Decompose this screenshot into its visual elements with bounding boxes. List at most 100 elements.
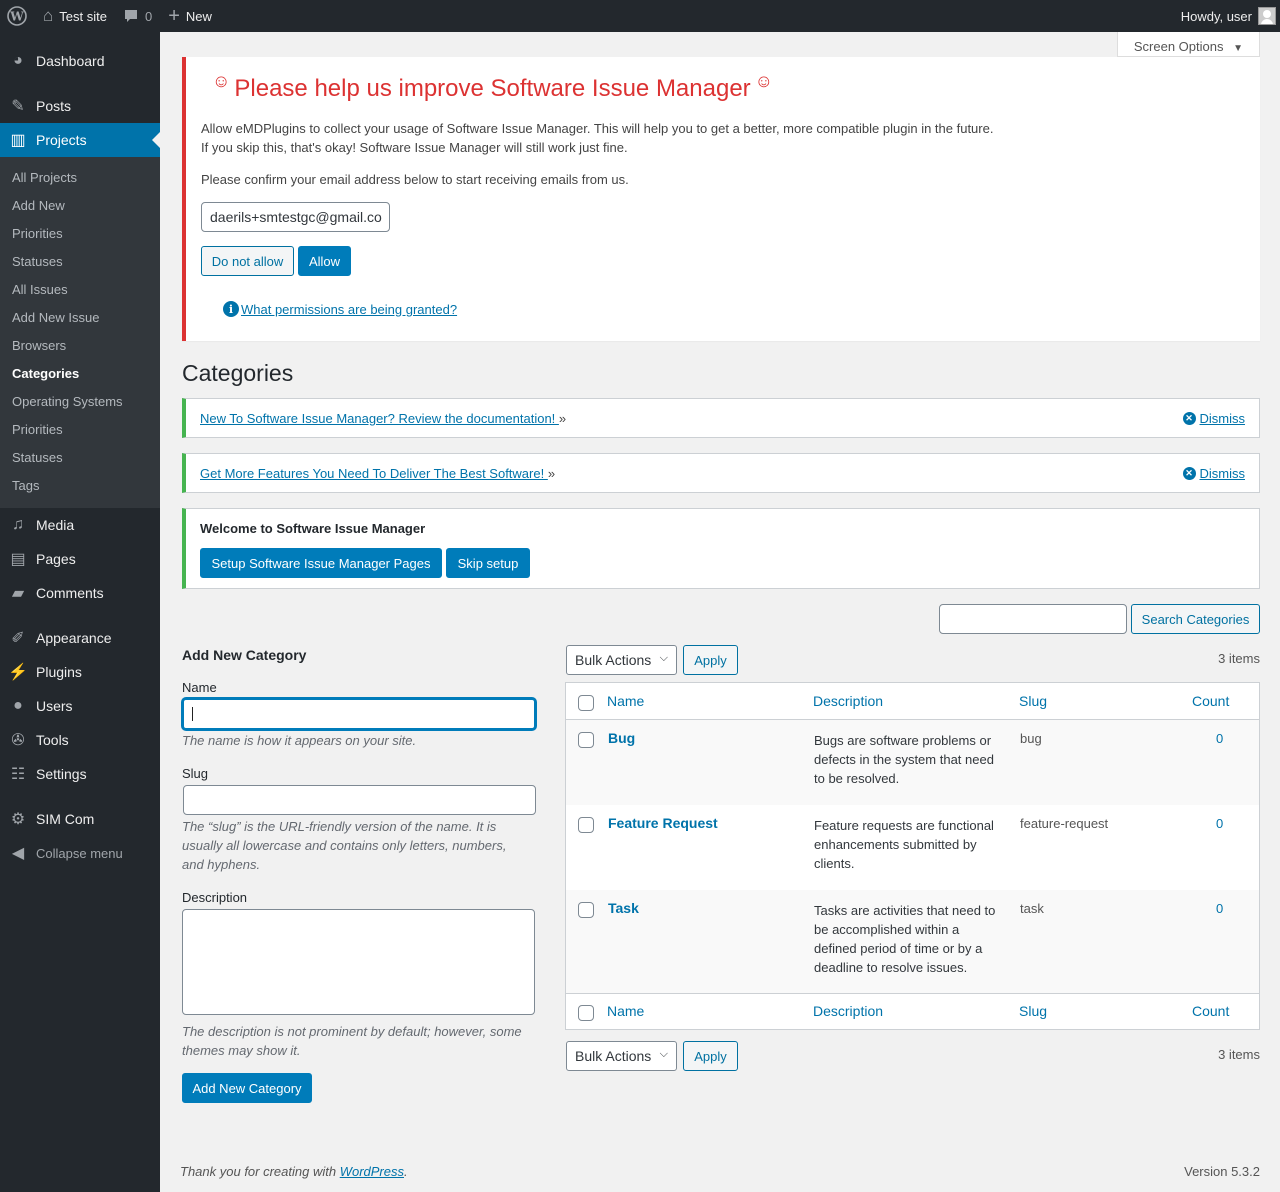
apply-button-top[interactable]: Apply	[683, 645, 738, 675]
slug-help-2: usually all lowercase and contains only …	[182, 838, 507, 853]
bulk-actions-select-top[interactable]: Bulk Actions ⌵	[566, 645, 677, 675]
menu-media[interactable]: ♫ Media	[0, 508, 160, 542]
row-description-line: Tasks are activities that need to	[814, 903, 996, 918]
row-description: Bugs are software problems or defects in…	[814, 731, 1004, 788]
menu-dashboard[interactable]: ◕ Dashboard	[0, 44, 160, 78]
footer-thanks-suffix: .	[404, 1164, 408, 1179]
column-footer-description[interactable]: Description	[813, 1003, 883, 1019]
comments-link[interactable]: 0	[115, 0, 160, 32]
description-help-1: The description is not prominent by defa…	[182, 1024, 522, 1039]
row-checkbox[interactable]	[578, 817, 594, 833]
menu-appearance[interactable]: ✐ Appearance	[0, 621, 160, 655]
documentation-link[interactable]: New To Software Issue Manager? Review th…	[200, 411, 559, 426]
comments-icon: ▰	[11, 585, 25, 602]
skip-setup-button[interactable]: Skip setup	[446, 548, 530, 578]
submenu-all-projects[interactable]: All Projects	[0, 164, 160, 192]
menu-tools-label: Tools	[36, 732, 69, 748]
dashboard-icon: ◕	[13, 52, 23, 69]
submenu-add-new-issue[interactable]: Add New Issue	[0, 304, 160, 332]
screen-options-button[interactable]: Screen Options ▼	[1116, 32, 1260, 57]
search-categories-input[interactable]	[939, 604, 1127, 634]
select-all-checkbox-bottom[interactable]	[578, 1005, 594, 1021]
menu-sim-com-label: SIM Com	[36, 811, 95, 827]
svg-text:W: W	[9, 10, 24, 24]
documentation-notice: New To Software Issue Manager? Review th…	[182, 398, 1260, 438]
apply-button-bottom[interactable]: Apply	[683, 1041, 738, 1071]
my-account[interactable]: Howdy, user	[1173, 0, 1280, 32]
slug-input[interactable]	[183, 785, 536, 815]
submenu-statuses[interactable]: Statuses	[0, 248, 160, 276]
row-count-link[interactable]: 0	[1216, 901, 1223, 916]
raquo-text: »	[547, 466, 556, 481]
submenu-tags[interactable]: Tags	[0, 472, 160, 500]
optin-notice: ☺ Please help us improve Software Issue …	[182, 57, 1260, 341]
dismiss-link[interactable]: Dismiss	[1200, 411, 1246, 426]
gear-icon: ⚙	[10, 811, 26, 828]
collapse-menu-button[interactable]: ◀ Collapse menu	[0, 836, 160, 870]
menu-tools[interactable]: ✇ Tools	[0, 723, 160, 757]
description-textarea[interactable]	[182, 909, 535, 1015]
column-header-count[interactable]: Count	[1192, 693, 1229, 709]
dismiss-link[interactable]: Dismiss	[1200, 466, 1246, 481]
column-footer-slug[interactable]: Slug	[1019, 1003, 1047, 1019]
menu-comments[interactable]: ▰ Comments	[0, 576, 160, 610]
menu-users[interactable]: ● Users	[0, 689, 160, 723]
setup-pages-button[interactable]: Setup Software Issue Manager Pages	[200, 548, 442, 578]
submenu-all-issues[interactable]: All Issues	[0, 276, 160, 304]
row-name-link[interactable]: Feature Request	[608, 815, 718, 831]
dismiss-button[interactable]: ✕ Dismiss	[1182, 411, 1246, 426]
submenu-issue-statuses[interactable]: Statuses	[0, 444, 160, 472]
row-name-link[interactable]: Bug	[608, 730, 635, 746]
row-description-line: Bugs are software problems or	[814, 733, 992, 748]
row-count-link[interactable]: 0	[1216, 731, 1223, 746]
menu-settings[interactable]: ☷ Settings	[0, 757, 160, 791]
wordpress-link[interactable]: WordPress	[340, 1164, 404, 1179]
submenu-browsers[interactable]: Browsers	[0, 332, 160, 360]
site-name-link[interactable]: ⌂ Test site	[35, 0, 115, 32]
bulk-actions-select-bottom[interactable]: Bulk Actions ⌵	[566, 1041, 677, 1071]
wordpress-logo-menu[interactable]: W	[0, 0, 35, 32]
new-content-link[interactable]: + New	[160, 0, 220, 32]
screen-options-label: Screen Options	[1133, 39, 1224, 54]
optin-email-input[interactable]: daerils+smtestgc@gmail.co	[201, 202, 390, 232]
name-input[interactable]	[182, 698, 536, 730]
row-name-link[interactable]: Task	[608, 900, 639, 916]
column-footer-count[interactable]: Count	[1192, 1003, 1229, 1019]
projects-submenu: All Projects Add New Priorities Statuses…	[0, 157, 160, 508]
row-count-link[interactable]: 0	[1216, 816, 1223, 831]
menu-pages[interactable]: ▤ Pages	[0, 542, 160, 576]
footer-thanks-prefix: Thank you for creating with	[180, 1164, 340, 1179]
row-checkbox[interactable]	[578, 732, 594, 748]
do-not-allow-button[interactable]: Do not allow	[201, 246, 294, 276]
features-link[interactable]: Get More Features You Need To Deliver Th…	[200, 466, 548, 481]
wrench-icon: ✇	[11, 732, 25, 749]
row-checkbox[interactable]	[578, 902, 594, 918]
dismiss-x-icon: ✕	[1182, 467, 1196, 480]
dismiss-button[interactable]: ✕ Dismiss	[1182, 466, 1246, 481]
column-footer-name[interactable]: Name	[607, 1003, 644, 1019]
row-description-line: to be resolved.	[814, 771, 900, 786]
menu-sim-com[interactable]: ⚙ SIM Com	[0, 802, 160, 836]
items-count-bottom: 3 items	[1218, 1047, 1260, 1062]
table-row: Task Tasks are activities that need to b…	[566, 890, 1259, 993]
admin-bar: W ⌂ Test site 0 + New Howdy, user	[0, 0, 1280, 32]
submenu-priorities[interactable]: Priorities	[0, 220, 160, 248]
permissions-link-text[interactable]: What permissions are being granted?	[241, 302, 457, 317]
search-categories-button[interactable]: Search Categories	[1131, 604, 1260, 634]
select-all-checkbox[interactable]	[578, 695, 594, 711]
menu-posts[interactable]: ✎ Posts	[0, 89, 160, 123]
column-header-description[interactable]: Description	[813, 693, 883, 709]
column-header-slug[interactable]: Slug	[1019, 693, 1047, 709]
menu-projects[interactable]: ▥ Projects	[0, 123, 160, 157]
submenu-issue-priorities[interactable]: Priorities	[0, 416, 160, 444]
submenu-categories[interactable]: Categories	[0, 360, 160, 388]
row-description-line: be accomplished within a	[814, 922, 960, 937]
allow-button[interactable]: Allow	[298, 246, 351, 276]
submenu-operating-systems[interactable]: Operating Systems	[0, 388, 160, 416]
add-new-category-button[interactable]: Add New Category	[182, 1073, 312, 1103]
column-header-name[interactable]: Name	[607, 693, 644, 709]
menu-plugins[interactable]: ⚡ Plugins	[0, 655, 160, 689]
row-description-line: defects in the system that need	[814, 752, 994, 767]
submenu-add-new[interactable]: Add New	[0, 192, 160, 220]
permissions-link[interactable]: i What permissions are being granted?	[223, 301, 457, 317]
